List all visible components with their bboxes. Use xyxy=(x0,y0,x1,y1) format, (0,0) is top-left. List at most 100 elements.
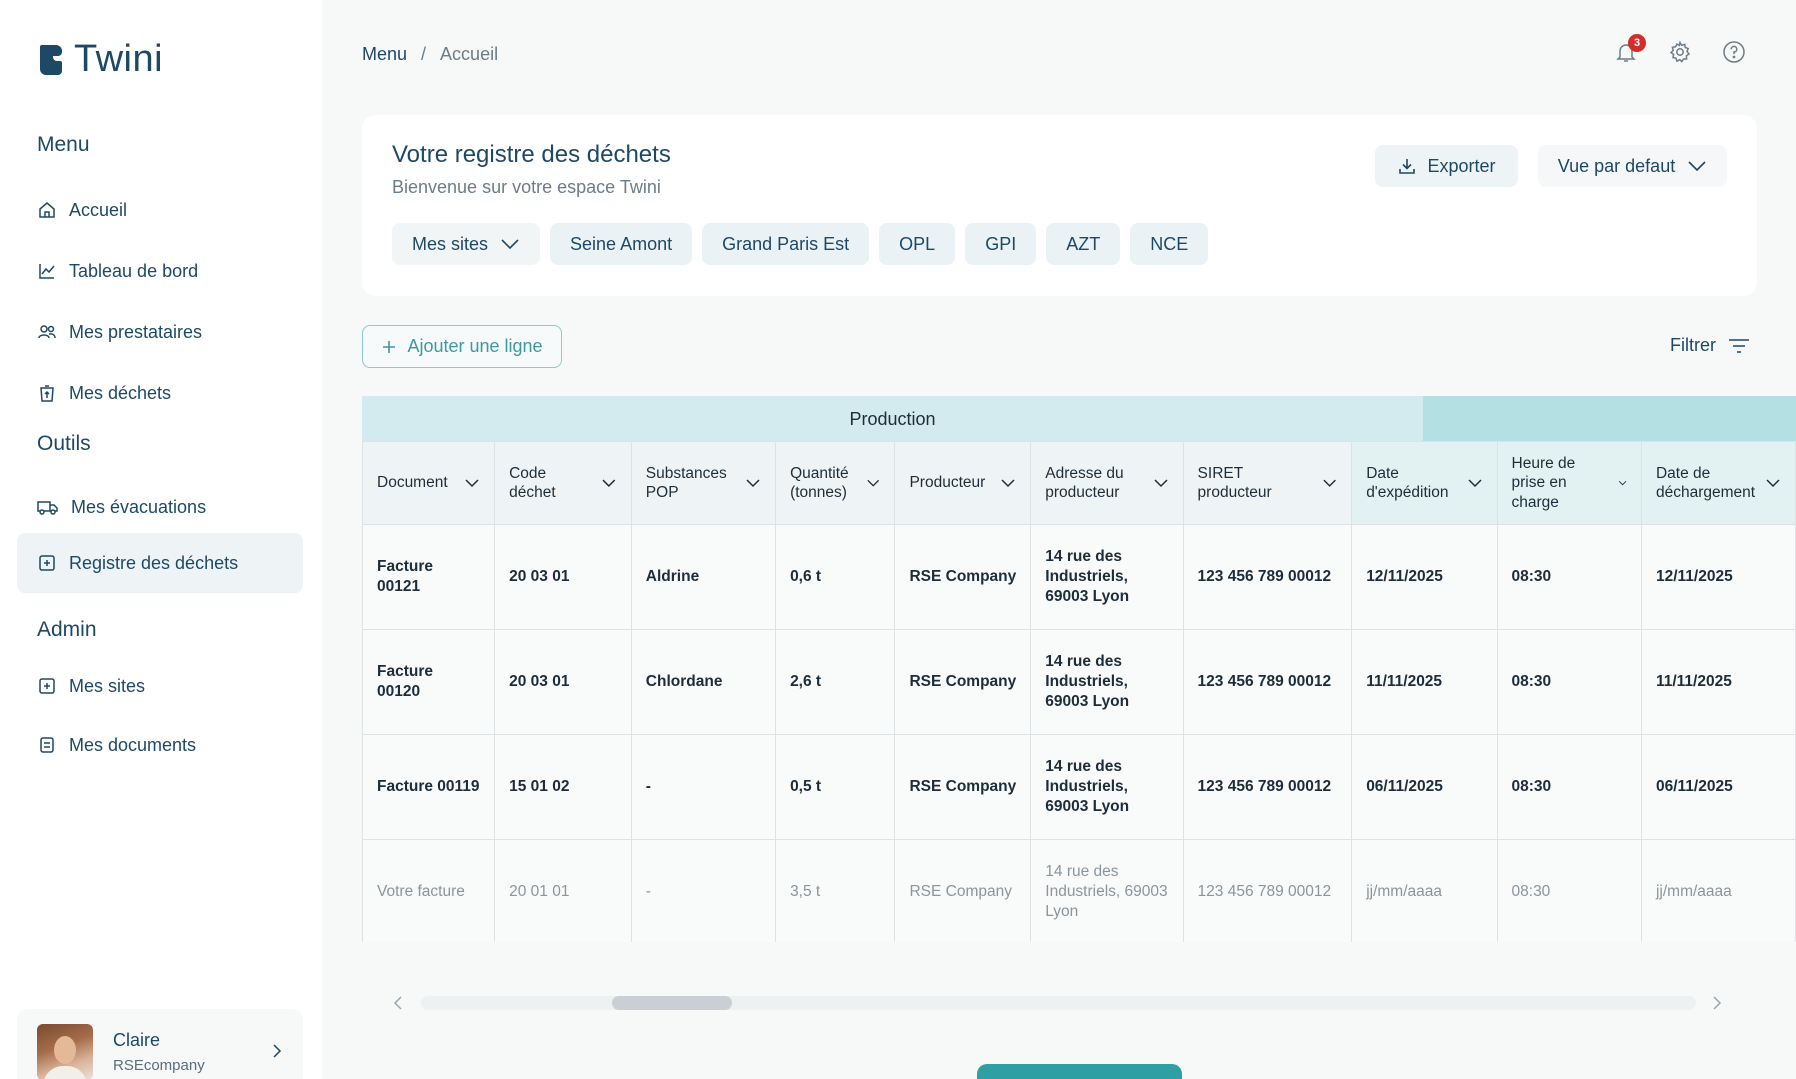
table-cell[interactable]: 12/11/2025 xyxy=(1640,524,1796,630)
tools-section-title: Outils xyxy=(37,432,91,455)
my-sites-dropdown[interactable]: Mes sites xyxy=(392,223,541,265)
users-icon xyxy=(38,325,56,339)
truck-icon xyxy=(37,501,58,515)
table-cell[interactable]: 14 rue des Industriels, 69003 Lyon xyxy=(1030,629,1184,735)
sidebar-item-registre-des-dechets[interactable]: Registre des déchets xyxy=(17,533,303,593)
add-line-button[interactable]: Ajouter une ligne xyxy=(362,325,562,368)
placeholder-cell[interactable]: RSE Company xyxy=(894,839,1032,942)
table-cell[interactable]: 0,5 t xyxy=(775,734,896,840)
placeholder-cell[interactable]: 123 456 789 00012 xyxy=(1182,839,1353,942)
table-cell[interactable]: 12/11/2025 xyxy=(1351,524,1498,630)
table-cell[interactable]: Chlordane xyxy=(630,629,777,735)
table-row[interactable]: Facture 00120 20 03 01 Chlordane 2,6 t R… xyxy=(362,629,1796,735)
column-header[interactable]: Quantité (tonnes) xyxy=(775,441,896,525)
table-cell[interactable]: 123 456 789 00012 xyxy=(1182,629,1353,735)
table-cell[interactable]: 08:30 xyxy=(1496,524,1642,630)
new-row-placeholder[interactable]: Votre facture 20 01 01 - 3,5 t RSE Compa… xyxy=(362,839,1796,942)
logo[interactable]: Twini xyxy=(38,38,163,81)
column-header[interactable]: Adresse du producteur xyxy=(1030,441,1184,525)
filter-button[interactable]: Filtrer xyxy=(1670,335,1750,356)
table-cell[interactable]: 08:30 xyxy=(1496,629,1642,735)
table-cell[interactable]: 123 456 789 00012 xyxy=(1182,524,1353,630)
table-cell[interactable]: 15 01 02 xyxy=(494,734,632,840)
sidebar-item-mes-sites[interactable]: Mes sites xyxy=(17,656,303,716)
bottom-action-button[interactable] xyxy=(977,1064,1182,1079)
site-chip[interactable]: GPI xyxy=(965,223,1037,265)
column-header[interactable]: Heure de prise en charge xyxy=(1496,441,1642,525)
table-cell[interactable]: 20 03 01 xyxy=(494,524,632,630)
table-cell[interactable]: Facture 00119 xyxy=(362,734,496,840)
table-row[interactable]: Facture 00119 15 01 02 - 0,5 t RSE Compa… xyxy=(362,734,1796,840)
table-cell[interactable]: 11/11/2025 xyxy=(1640,629,1796,735)
sidebar-item-mes-documents[interactable]: Mes documents xyxy=(17,715,303,775)
horizontal-scrollbar-thumb[interactable] xyxy=(612,996,732,1010)
site-icon xyxy=(39,678,55,694)
settings-button[interactable] xyxy=(1668,40,1692,64)
sidebar-item-tableau-de-bord[interactable]: Tableau de bord xyxy=(17,241,303,301)
scroll-right-icon[interactable] xyxy=(1712,995,1722,1011)
placeholder-cell[interactable]: 08:30 xyxy=(1496,839,1642,942)
sidebar-item-mes-prestataires[interactable]: Mes prestataires xyxy=(17,302,303,362)
placeholder-cell[interactable]: 14 rue des Industriels, 69003 Lyon xyxy=(1030,839,1184,942)
column-header[interactable]: Document xyxy=(362,441,496,525)
table-cell[interactable]: 0,6 t xyxy=(775,524,896,630)
column-header[interactable]: Date d'expédition xyxy=(1351,441,1498,525)
table-cell[interactable]: RSE Company xyxy=(894,524,1032,630)
placeholder-cell[interactable]: Votre facture xyxy=(362,839,496,942)
table-row[interactable]: Facture 00121 20 03 01 Aldrine 0,6 t RSE… xyxy=(362,524,1796,630)
chevron-down-icon xyxy=(1618,480,1627,486)
column-header[interactable]: SIRET producteur xyxy=(1182,441,1353,525)
help-icon xyxy=(1723,41,1745,63)
document-icon xyxy=(40,737,54,753)
chevron-down-icon xyxy=(465,479,479,488)
table-cell[interactable]: 08:30 xyxy=(1496,734,1642,840)
download-icon xyxy=(1399,159,1416,174)
gear-icon xyxy=(1669,40,1691,63)
table-cell[interactable]: Facture 00121 xyxy=(362,524,496,630)
table-cell[interactable]: RSE Company xyxy=(894,629,1032,735)
table-cell[interactable]: RSE Company xyxy=(894,734,1032,840)
menu-section-title: Menu xyxy=(37,133,90,156)
view-label: Vue par defaut xyxy=(1557,155,1676,176)
scroll-left-icon[interactable] xyxy=(393,995,403,1011)
table-cell[interactable]: - xyxy=(630,734,777,840)
table-cell[interactable]: 2,6 t xyxy=(775,629,896,735)
column-header[interactable]: Code déchet xyxy=(494,441,632,525)
placeholder-cell[interactable]: - xyxy=(630,839,777,942)
sidebar-item-mes-dechets[interactable]: Mes déchets xyxy=(17,363,303,423)
column-header[interactable]: Substances POP xyxy=(630,441,777,525)
site-chip[interactable]: NCE xyxy=(1130,223,1209,265)
table-cell[interactable]: 06/11/2025 xyxy=(1351,734,1498,840)
placeholder-cell[interactable]: jj/mm/aaaa xyxy=(1351,839,1498,942)
chevron-down-icon xyxy=(1766,479,1780,488)
placeholder-cell[interactable]: jj/mm/aaaa xyxy=(1640,839,1796,942)
table-cell[interactable]: Aldrine xyxy=(630,524,777,630)
site-chip[interactable]: Grand Paris Est xyxy=(702,223,870,265)
site-chip[interactable]: Seine Amont xyxy=(550,223,693,265)
table-cell[interactable]: 14 rue des Industriels, 69003 Lyon xyxy=(1030,524,1184,630)
breadcrumb-menu[interactable]: Menu xyxy=(362,44,407,65)
table-cell[interactable]: 123 456 789 00012 xyxy=(1182,734,1353,840)
placeholder-cell[interactable]: 20 01 01 xyxy=(494,839,632,942)
table-cell[interactable]: 11/11/2025 xyxy=(1351,629,1498,735)
table-cell[interactable]: 14 rue des Industriels, 69003 Lyon xyxy=(1030,734,1184,840)
sidebar-item-mes-evacuations[interactable]: Mes évacuations xyxy=(17,477,303,537)
table-cell[interactable]: 06/11/2025 xyxy=(1640,734,1796,840)
table-cell[interactable]: 20 03 01 xyxy=(494,629,632,735)
placeholder-cell[interactable]: 3,5 t xyxy=(775,839,896,942)
sidebar-item-label: Mes déchets xyxy=(69,382,172,403)
register-icon xyxy=(39,555,55,571)
export-button[interactable]: Exporter xyxy=(1375,145,1518,187)
notifications-button[interactable]: 3 xyxy=(1614,34,1646,64)
help-button[interactable] xyxy=(1722,40,1746,64)
view-select[interactable]: Vue par defaut xyxy=(1538,145,1727,187)
user-card[interactable]: Claire RSEcompany xyxy=(17,1009,303,1079)
sidebar-item-accueil[interactable]: Accueil xyxy=(17,180,303,240)
column-header[interactable]: Date de déchargement xyxy=(1640,441,1796,525)
table-cell[interactable]: Facture 00120 xyxy=(362,629,496,735)
site-chip[interactable]: OPL xyxy=(879,223,956,265)
admin-section-title: Admin xyxy=(37,618,97,641)
column-header[interactable]: Producteur xyxy=(894,441,1032,525)
site-chip[interactable]: AZT xyxy=(1046,223,1121,265)
brand-name: Twini xyxy=(74,38,164,80)
